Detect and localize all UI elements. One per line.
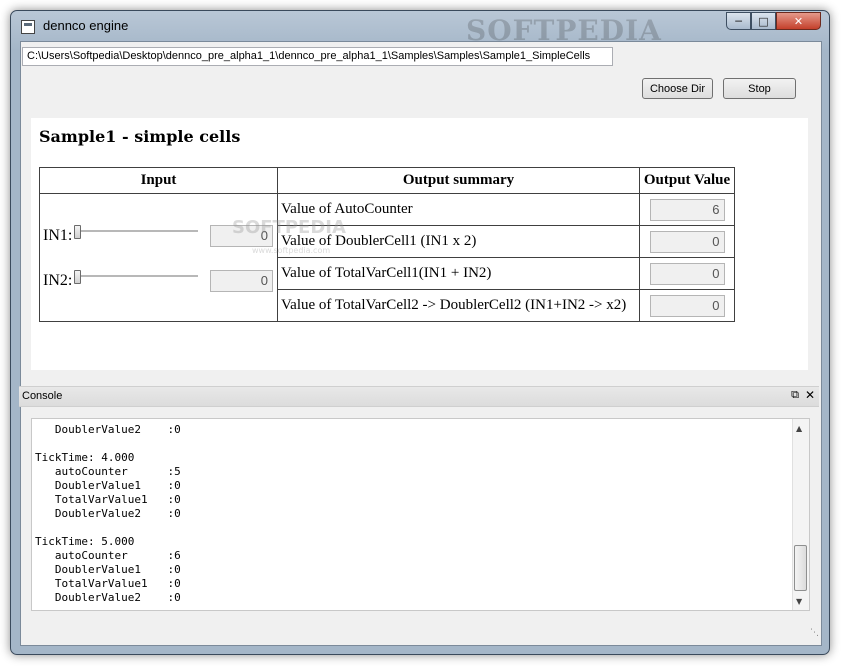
- maximize-icon: □: [758, 14, 769, 28]
- directory-path-input[interactable]: C:\Users\Softpedia\Desktop\dennco_pre_al…: [22, 47, 613, 66]
- console-scrollbar-thumb[interactable]: [794, 545, 807, 591]
- output-value-cell-1: 6: [639, 193, 735, 226]
- console-scrollbar[interactable]: ▲ ▼: [792, 419, 809, 610]
- input-cell: IN1: 0 IN2: 0 SOFTPEDIA www.softpedia.co…: [39, 193, 346, 322]
- in2-value[interactable]: 0: [210, 270, 273, 292]
- header-output-summary: Output summary: [277, 167, 640, 194]
- header-input: Input: [39, 167, 278, 194]
- in2-slider[interactable]: [74, 270, 200, 284]
- minimize-icon: ─: [735, 14, 742, 28]
- output-value-cell-2: 0: [639, 225, 735, 258]
- in2-label: IN2:: [43, 272, 73, 289]
- console-close-icon[interactable]: ✕: [805, 388, 815, 402]
- output-label-4: Value of TotalVarCell2 -> DoublerCell2 (…: [277, 289, 640, 322]
- scroll-down-icon[interactable]: ▼: [796, 597, 802, 606]
- output-value-3[interactable]: 0: [649, 262, 725, 285]
- output-value-cell-3: 0: [639, 257, 735, 290]
- content-watermark-url: www.softpedia.com: [252, 246, 331, 255]
- console-titlebar: Console ⧉ ✕: [19, 386, 819, 407]
- scroll-up-icon[interactable]: ▲: [796, 424, 802, 433]
- window-title: dennco engine: [43, 18, 129, 33]
- output-value-4[interactable]: 0: [649, 294, 725, 317]
- in1-label: IN1:: [43, 227, 73, 244]
- maximize-button[interactable]: □: [751, 12, 776, 30]
- console-log-text: TotalVarValue1 :0 DoublerValue2 :0 TickT…: [35, 419, 181, 604]
- in2-slider-handle[interactable]: [74, 270, 81, 284]
- console-output[interactable]: TotalVarValue1 :0 DoublerValue2 :0 TickT…: [31, 418, 810, 611]
- title-bar[interactable]: SOFTPEDIA dennco engine ─ □ ✕: [11, 11, 829, 47]
- float-icon[interactable]: ⧉: [791, 389, 799, 402]
- close-icon: ✕: [793, 14, 804, 28]
- cells-table: Input Output summary Output Value IN1: 0…: [39, 167, 735, 322]
- choose-dir-button[interactable]: Choose Dir: [642, 78, 713, 99]
- console-title: Console: [22, 390, 63, 402]
- page-title: Sample1 - simple cells: [39, 127, 241, 146]
- stop-button[interactable]: Stop: [723, 78, 796, 99]
- output-value-1[interactable]: 6: [649, 198, 725, 221]
- output-value-cell-4: 0: [639, 289, 735, 322]
- minimize-button[interactable]: ─: [726, 12, 751, 30]
- sample-page: Sample1 - simple cells Input Output summ…: [31, 118, 808, 370]
- app-icon: [21, 20, 35, 34]
- in1-slider-handle[interactable]: [74, 225, 81, 239]
- content-watermark: SOFTPEDIA: [232, 217, 346, 238]
- output-label-3: Value of TotalVarCell1(IN1 + IN2): [277, 257, 640, 290]
- resize-grip-icon[interactable]: ⋱: [810, 628, 819, 638]
- close-button[interactable]: ✕: [776, 12, 821, 30]
- header-output-value: Output Value: [639, 167, 735, 194]
- in1-slider[interactable]: [74, 225, 200, 239]
- output-value-2[interactable]: 0: [649, 230, 725, 253]
